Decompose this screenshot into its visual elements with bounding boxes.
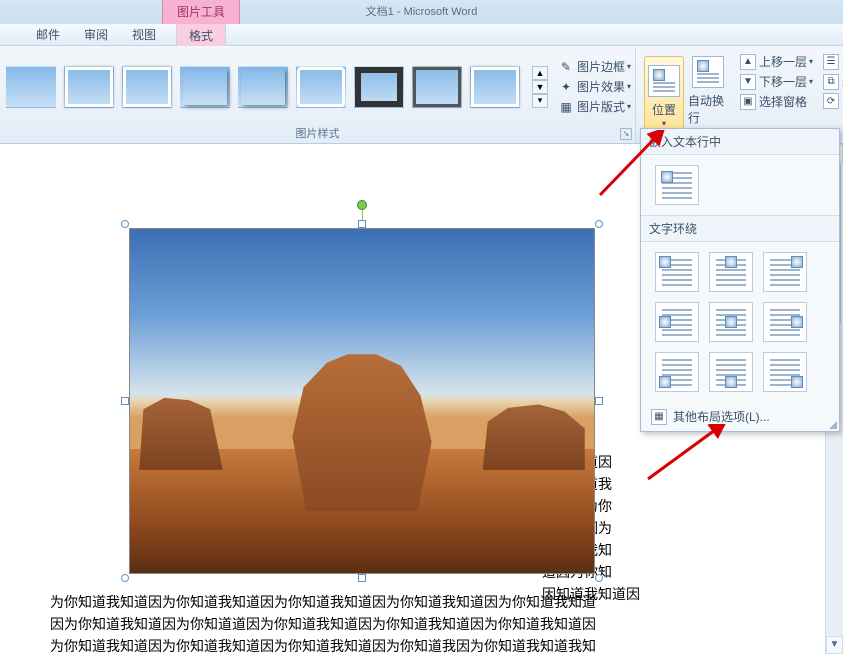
style-thumb-1[interactable] xyxy=(6,66,56,108)
more-layout-options[interactable]: ▦ 其他布局选项(L)... xyxy=(641,402,839,431)
inserted-picture[interactable] xyxy=(125,224,599,578)
chevron-down-icon: ▾ xyxy=(627,102,631,111)
inline-section-grid xyxy=(641,155,839,215)
panel-resize-grip[interactable] xyxy=(827,419,837,429)
group-icon: ⧉ xyxy=(823,74,839,90)
pos-bottom-center[interactable] xyxy=(709,352,753,392)
style-thumb-6[interactable] xyxy=(296,66,346,108)
selection-pane-icon: ▣ xyxy=(740,94,756,110)
title-bar: 图片工具 文档1 - Microsoft Word xyxy=(0,0,843,24)
resize-handle-t[interactable] xyxy=(358,220,366,228)
scroll-down-button[interactable]: ▼ xyxy=(826,636,843,654)
gallery-nav: ▲ ▼ ▾ xyxy=(532,66,548,108)
send-backward-label: 下移一层 xyxy=(759,73,807,90)
rotation-handle[interactable] xyxy=(357,200,367,210)
pos-middle-center[interactable] xyxy=(709,302,753,342)
tab-review[interactable]: 审阅 xyxy=(72,23,120,46)
chevron-down-icon: ▾ xyxy=(627,62,631,71)
group-label-styles: 图片样式 xyxy=(0,125,635,143)
wrap-text-label: 自动换行 xyxy=(688,92,728,126)
chevron-down-icon: ▾ xyxy=(662,119,666,128)
more-layout-icon: ▦ xyxy=(651,409,667,425)
tab-format[interactable]: 格式 xyxy=(176,23,226,48)
picture-effects-button[interactable]: ✦ 图片效果 ▾ xyxy=(554,77,635,96)
arrange-col: ▲ 上移一层▾ ▼ 下移一层▾ ▣ 选择窗格 xyxy=(736,52,817,111)
effects-icon: ✦ xyxy=(558,79,574,95)
gallery-up-button[interactable]: ▲ xyxy=(532,66,548,80)
picture-effects-label: 图片效果 xyxy=(577,78,625,95)
rotate-icon: ⟳ xyxy=(823,93,839,109)
pos-top-center[interactable] xyxy=(709,252,753,292)
position-dropdown-panel: 嵌入文本行中 文字环绕 ▦ 其他布局选项(L)... xyxy=(640,128,840,432)
more-layout-label: 其他布局选项(L)... xyxy=(673,408,770,425)
align-icon: ☰ xyxy=(823,54,839,70)
dialog-launcher-styles[interactable]: ↘ xyxy=(620,128,632,140)
window-title: 文档1 - Microsoft Word xyxy=(366,3,478,19)
style-thumb-4[interactable] xyxy=(180,66,230,108)
picture-layout-label: 图片版式 xyxy=(577,98,625,115)
resize-handle-r[interactable] xyxy=(595,397,603,405)
resize-handle-tl[interactable] xyxy=(121,220,129,228)
group-picture-styles: ▲ ▼ ▾ ✎ 图片边框 ▾ ✦ 图片效果 ▾ ▦ 图片版式 xyxy=(0,48,636,143)
bring-forward-icon: ▲ xyxy=(740,54,756,70)
resize-handle-br[interactable] xyxy=(595,574,603,582)
resize-handle-bl[interactable] xyxy=(121,574,129,582)
style-thumb-7[interactable] xyxy=(354,66,404,108)
chevron-down-icon: ▾ xyxy=(627,82,631,91)
style-thumb-9[interactable] xyxy=(470,66,520,108)
style-thumb-5[interactable] xyxy=(238,66,288,108)
wrap-section-header: 文字环绕 xyxy=(641,215,839,242)
align-button[interactable]: ☰ 对 xyxy=(819,52,843,71)
gallery-more-button[interactable]: ▾ xyxy=(532,94,548,108)
position-icon xyxy=(648,65,680,97)
style-thumb-3[interactable] xyxy=(122,66,172,108)
arrange-col-2: ☰ 对 ⧉ 组 ⟳ xyxy=(819,52,843,110)
picture-adjust-col: ✎ 图片边框 ▾ ✦ 图片效果 ▾ ▦ 图片版式 ▾ xyxy=(554,57,635,116)
rotate-button[interactable]: ⟳ xyxy=(819,92,843,110)
contextual-tab-picture-tools: 图片工具 xyxy=(162,0,240,24)
body-text-below: 为你知道我知道因为你知道我知道因为你知道我知道因为你知道我知道因为你知道我知道 … xyxy=(50,592,596,654)
pos-top-left[interactable] xyxy=(655,252,699,292)
pos-top-right[interactable] xyxy=(763,252,807,292)
style-thumb-8[interactable] xyxy=(412,66,462,108)
position-button[interactable]: 位置 ▾ xyxy=(644,56,684,136)
picture-layout-button[interactable]: ▦ 图片版式 ▾ xyxy=(554,97,635,116)
wrap-text-button[interactable]: 自动换行 ▾ xyxy=(688,56,728,136)
position-label: 位置 xyxy=(652,101,676,118)
tab-mail[interactable]: 邮件 xyxy=(24,23,72,46)
send-backward-button[interactable]: ▼ 下移一层▾ xyxy=(736,72,817,91)
selection-pane-button[interactable]: ▣ 选择窗格 xyxy=(736,92,817,111)
tab-view[interactable]: 视图 xyxy=(120,23,168,46)
selection-pane-label: 选择窗格 xyxy=(759,93,807,110)
wrap-text-icon xyxy=(692,56,724,88)
pos-middle-left[interactable] xyxy=(655,302,699,342)
layout-icon: ▦ xyxy=(558,99,574,115)
picture-content xyxy=(129,228,595,574)
pos-middle-right[interactable] xyxy=(763,302,807,342)
pos-bottom-right[interactable] xyxy=(763,352,807,392)
pos-inline[interactable] xyxy=(655,165,699,205)
ribbon-tabs: 邮件 审阅 视图 格式 xyxy=(0,24,843,46)
resize-handle-b[interactable] xyxy=(358,574,366,582)
pos-bottom-left[interactable] xyxy=(655,352,699,392)
wrap-section-grid xyxy=(641,242,839,402)
group-button[interactable]: ⧉ 组 xyxy=(819,72,843,91)
bring-forward-button[interactable]: ▲ 上移一层▾ xyxy=(736,52,817,71)
gallery-down-button[interactable]: ▼ xyxy=(532,80,548,94)
picture-border-label: 图片边框 xyxy=(577,58,625,75)
send-backward-icon: ▼ xyxy=(740,74,756,90)
bring-forward-label: 上移一层 xyxy=(759,53,807,70)
pencil-icon: ✎ xyxy=(558,59,574,75)
picture-style-gallery: ▲ ▼ ▾ xyxy=(6,66,548,108)
resize-handle-l[interactable] xyxy=(121,397,129,405)
inline-section-header: 嵌入文本行中 xyxy=(641,129,839,155)
resize-handle-tr[interactable] xyxy=(595,220,603,228)
picture-border-button[interactable]: ✎ 图片边框 ▾ xyxy=(554,57,635,76)
style-thumb-2[interactable] xyxy=(64,66,114,108)
